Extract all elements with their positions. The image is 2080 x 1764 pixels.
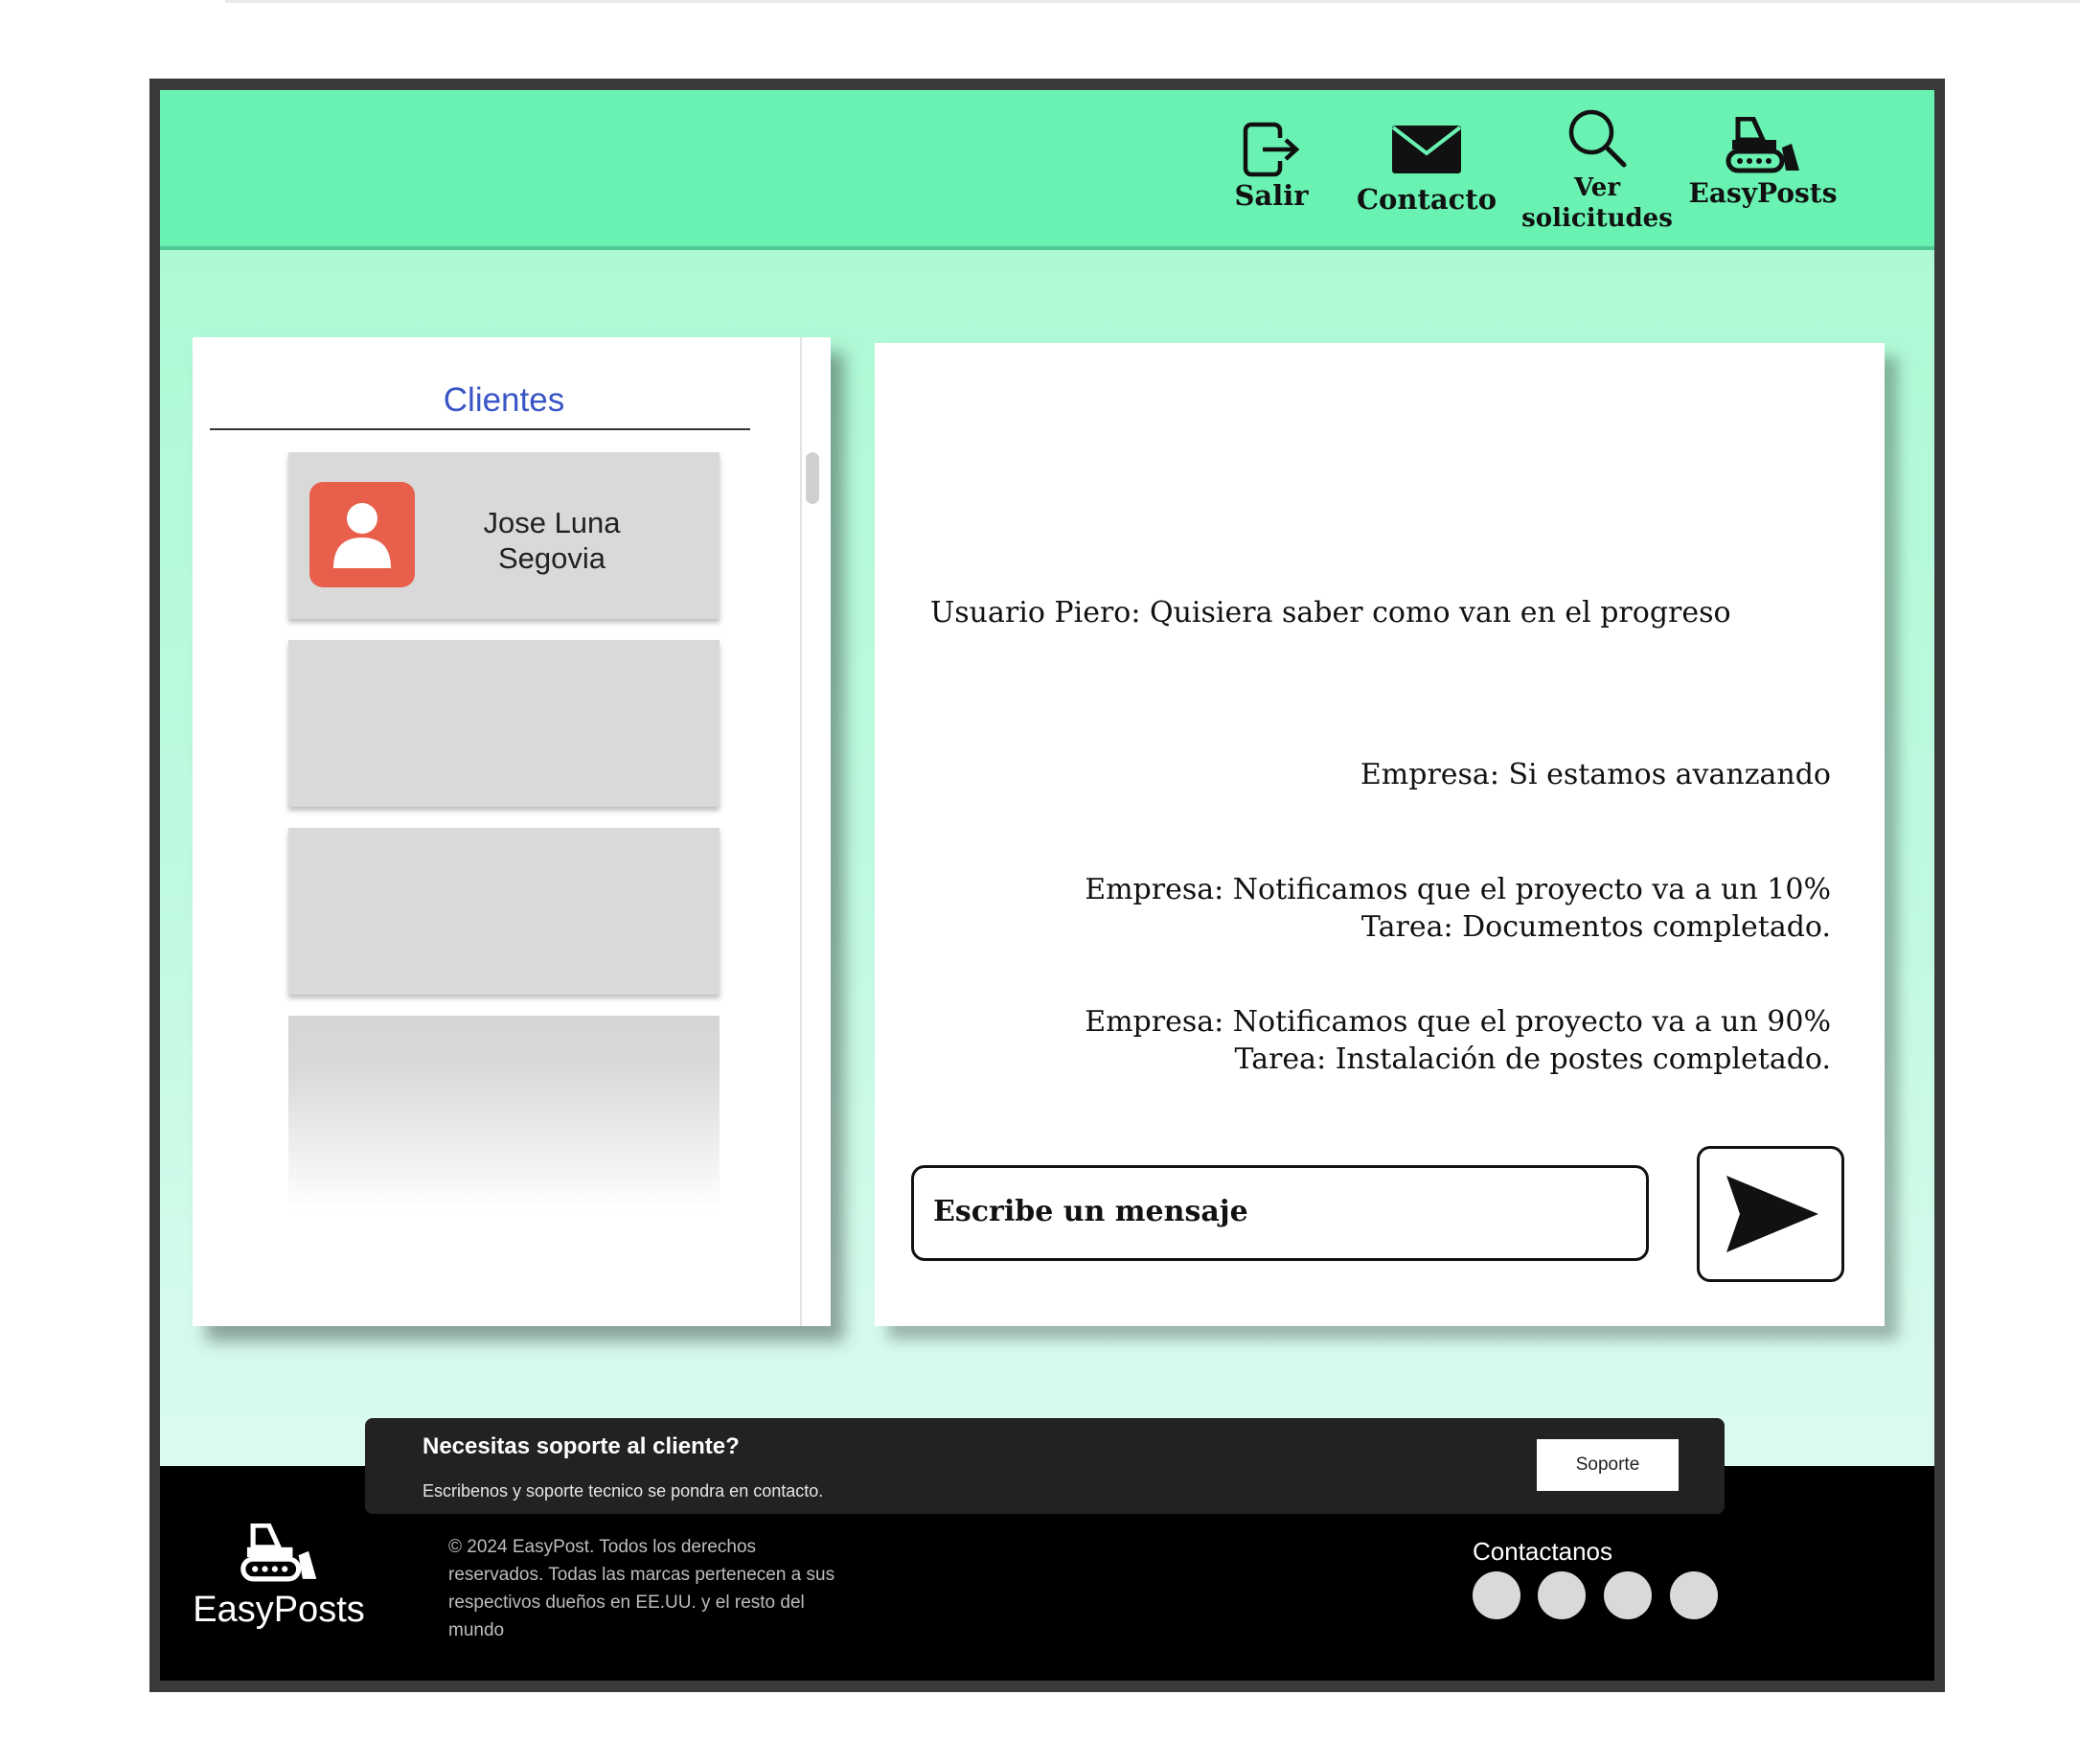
support-button[interactable]: Soporte xyxy=(1537,1439,1679,1491)
chat-panel: Usuario Piero: Quisiera saber como van e… xyxy=(875,343,1885,1326)
logout-icon xyxy=(1243,122,1300,177)
nav-easyposts-label: EasyPosts xyxy=(1688,177,1838,209)
copyright-text: © 2024 EasyPost. Todos los derechos rese… xyxy=(448,1537,835,1640)
nav-ver-solicitudes-label: Ver solicitudes xyxy=(1521,173,1673,233)
bulldozer-icon xyxy=(1726,117,1799,173)
scrollbar-thumb[interactable] xyxy=(806,452,819,504)
app-window: Salir Contacto Ver solicitudes EasyPosts… xyxy=(160,90,1934,1681)
message-input-placeholder: Escribe un mensaje xyxy=(933,1195,1248,1228)
send-button[interactable] xyxy=(1697,1146,1844,1282)
footer-logo: EasyPosts xyxy=(183,1523,375,1631)
nav-contacto-button[interactable]: Contacto xyxy=(1350,90,1503,246)
client-card-empty[interactable] xyxy=(288,640,720,807)
top-nav-bar: Salir Contacto Ver solicitudes EasyPosts xyxy=(160,90,1934,250)
chat-message-line: Empresa: Notificamos que el proyecto va … xyxy=(1085,1005,1831,1039)
chat-message-line: Tarea: Instalación de postes completado. xyxy=(1234,1042,1831,1076)
chat-message-company: Empresa: Notificamos que el proyecto va … xyxy=(1085,871,1831,946)
top-divider xyxy=(225,0,2080,3)
chat-message-line: Empresa: Notificamos que el proyecto va … xyxy=(1085,873,1831,906)
support-banner: Necesitas soporte al cliente? Escribenos… xyxy=(365,1418,1725,1514)
send-icon xyxy=(1726,1176,1818,1252)
user-icon xyxy=(333,503,391,568)
chat-message-line: Tarea: Documentos completado. xyxy=(1360,910,1831,944)
nav-salir-button[interactable]: Salir xyxy=(1223,90,1319,246)
avatar xyxy=(309,482,415,587)
bulldozer-icon xyxy=(240,1523,317,1582)
app-frame: Salir Contacto Ver solicitudes EasyPosts… xyxy=(149,79,1945,1692)
support-title: Necesitas soporte al cliente? xyxy=(423,1433,740,1459)
envelope-icon xyxy=(1391,126,1462,173)
client-card-empty[interactable] xyxy=(288,1016,720,1211)
client-card-empty[interactable] xyxy=(288,828,720,995)
social-link[interactable] xyxy=(1473,1571,1520,1619)
support-subtitle: Escribenos y soporte tecnico se pondra e… xyxy=(423,1481,824,1501)
client-card-jose-luna-segovia[interactable]: Jose Luna Segovia xyxy=(288,452,720,619)
chat-message-company: Empresa: Notificamos que el proyecto va … xyxy=(1085,1003,1831,1078)
social-link[interactable] xyxy=(1538,1571,1586,1619)
clients-title: Clientes xyxy=(443,381,565,419)
nav-salir-label: Salir xyxy=(1234,179,1309,212)
social-link[interactable] xyxy=(1670,1571,1718,1619)
scrollbar-track xyxy=(800,337,802,1326)
message-input[interactable]: Escribe un mensaje xyxy=(911,1165,1649,1261)
nav-easyposts-button[interactable]: EasyPosts xyxy=(1686,90,1840,246)
social-link[interactable] xyxy=(1604,1571,1652,1619)
footer-brand: EasyPosts xyxy=(193,1590,365,1630)
client-name: Jose Luna Segovia xyxy=(483,506,621,575)
clients-divider xyxy=(210,428,750,430)
contact-title: Contactanos xyxy=(1473,1537,1612,1566)
nav-ver-solicitudes-button[interactable]: Ver solicitudes xyxy=(1521,90,1673,246)
nav-contacto-label: Contacto xyxy=(1356,183,1497,216)
chat-message-company: Empresa: Si estamos avanzando xyxy=(1360,758,1831,791)
clients-panel: Clientes Jose Luna Segovia xyxy=(193,337,831,1326)
search-icon xyxy=(1568,109,1627,168)
chat-message-user: Usuario Piero: Quisiera saber como van e… xyxy=(930,596,1731,630)
